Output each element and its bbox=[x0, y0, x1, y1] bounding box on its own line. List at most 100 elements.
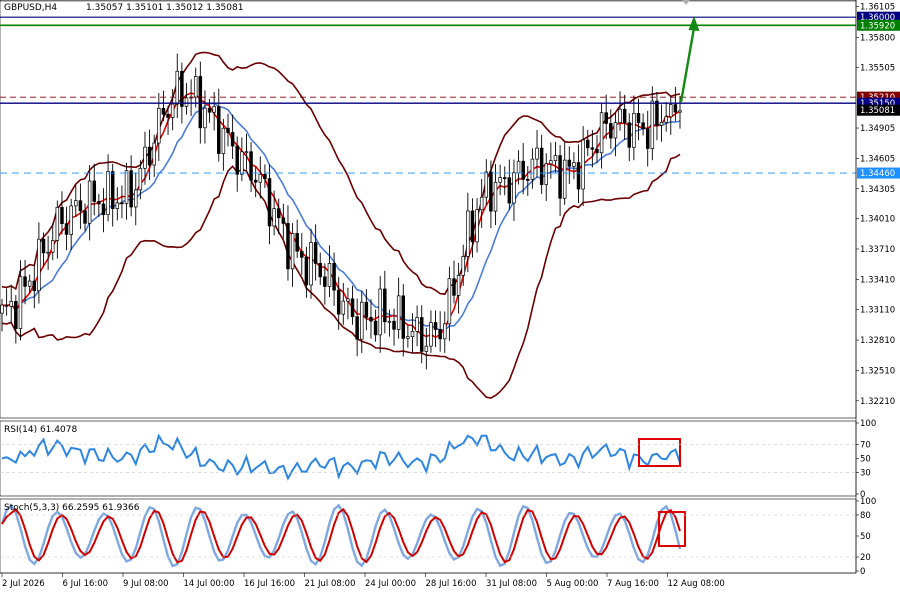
candle-body bbox=[383, 288, 387, 323]
candle-body bbox=[290, 233, 295, 270]
candle-body bbox=[258, 173, 263, 183]
candle-body bbox=[609, 123, 613, 139]
stochastic-panel[interactable]: Stoch(5,3,3) 66.2595 61.9366 bbox=[0, 498, 857, 574]
candle-body bbox=[456, 275, 461, 296]
price-tick-label: 1.35505 bbox=[860, 63, 895, 73]
candle-body bbox=[484, 171, 489, 198]
candle-body bbox=[378, 288, 382, 336]
candle-body bbox=[106, 171, 110, 215]
price-tick-label: 1.33110 bbox=[860, 306, 895, 316]
time-tick-label: 31 Jul 08:00 bbox=[486, 579, 537, 589]
candle-body bbox=[562, 159, 567, 199]
candle-body bbox=[346, 298, 350, 302]
price-tick-label: 1.33710 bbox=[860, 245, 895, 255]
candle-body bbox=[18, 276, 23, 329]
stoch-tick-label: 20 bbox=[860, 553, 871, 563]
candle-body bbox=[567, 159, 572, 167]
time-tick-label: 14 Jul 00:00 bbox=[184, 579, 235, 589]
candle-body bbox=[406, 336, 410, 339]
candle-body bbox=[581, 139, 585, 190]
price-tick-label: 1.34010 bbox=[860, 215, 895, 225]
candle-body bbox=[64, 223, 69, 235]
candle-body bbox=[438, 329, 442, 340]
candle-body bbox=[636, 113, 641, 124]
candle-body bbox=[516, 160, 521, 174]
candle-body bbox=[489, 171, 493, 212]
candle-body bbox=[535, 147, 539, 160]
candle-body bbox=[336, 289, 341, 315]
candle-body bbox=[203, 107, 207, 129]
candle-body bbox=[433, 322, 438, 330]
candle-body bbox=[32, 280, 37, 292]
candle-body bbox=[350, 298, 355, 318]
candle-body bbox=[461, 256, 465, 276]
candle-body bbox=[360, 301, 364, 340]
candle-body bbox=[101, 203, 106, 215]
candle-body bbox=[466, 210, 470, 257]
candle-body bbox=[627, 122, 632, 148]
rsi-tick-label: 70 bbox=[860, 440, 871, 450]
stoch-title: Stoch(5,3,3) 66.2595 61.9366 bbox=[4, 503, 140, 513]
candle-body bbox=[429, 322, 433, 347]
candle-body bbox=[92, 180, 96, 202]
gbpusd-h4-chart[interactable]: GBPUSD,H4 1.35057 1.35101 1.35012 1.3508… bbox=[0, 0, 900, 592]
candle-body bbox=[530, 158, 535, 180]
candle-body bbox=[235, 145, 239, 175]
candle-body bbox=[83, 210, 87, 224]
candle-body bbox=[309, 242, 313, 286]
candle-body bbox=[512, 172, 516, 204]
candle-body bbox=[659, 121, 664, 126]
candle-body bbox=[373, 320, 378, 336]
price-tag-label: 1.35081 bbox=[860, 106, 895, 116]
candle-body bbox=[498, 177, 502, 183]
candle-body bbox=[0, 304, 4, 314]
stoch-tick-label: 80 bbox=[860, 511, 871, 521]
candle-body bbox=[323, 276, 327, 287]
time-tick-label: 21 Jul 08:00 bbox=[305, 579, 356, 589]
candle-body bbox=[613, 122, 618, 139]
candle-body bbox=[364, 301, 369, 318]
candle-body bbox=[341, 300, 346, 315]
candle-body bbox=[295, 233, 299, 252]
candle-body bbox=[175, 70, 180, 105]
ohlc-values: 1.35057 1.35101 1.35012 1.35081 bbox=[86, 3, 243, 13]
candle-body bbox=[558, 155, 562, 199]
candle-body bbox=[604, 112, 608, 124]
candle-body bbox=[396, 295, 401, 330]
candle-body bbox=[664, 116, 668, 123]
candle-body bbox=[678, 110, 682, 113]
candle-body bbox=[443, 323, 447, 340]
candle-body bbox=[586, 139, 590, 149]
candle-body bbox=[249, 151, 253, 181]
candle-body bbox=[276, 208, 281, 219]
candle-body bbox=[673, 104, 678, 113]
candle-body bbox=[134, 189, 138, 208]
candle-body bbox=[23, 276, 27, 287]
rsi-panel[interactable]: RSI(14) 61.4078 bbox=[0, 420, 857, 497]
candle-body bbox=[369, 316, 373, 322]
chart-header: GBPUSD,H4 1.35057 1.35101 1.35012 1.3508… bbox=[4, 3, 243, 13]
candle-body bbox=[87, 180, 92, 224]
candle-body bbox=[641, 122, 645, 130]
candle-body bbox=[78, 200, 83, 212]
price-panel[interactable]: GBPUSD,H4 1.35057 1.35101 1.35012 1.3508… bbox=[0, 0, 857, 419]
candle-body bbox=[669, 104, 673, 118]
price-tag-label: 1.34460 bbox=[860, 169, 895, 179]
candle-body bbox=[230, 132, 235, 147]
candle-body bbox=[272, 208, 276, 227]
price-tick-label: 1.36105 bbox=[860, 3, 895, 13]
candle-body bbox=[392, 320, 396, 330]
candle-body bbox=[410, 330, 415, 338]
candle-body bbox=[281, 217, 286, 224]
candle-body bbox=[521, 160, 525, 180]
candle-body bbox=[479, 196, 484, 211]
candle-body bbox=[50, 240, 55, 253]
time-tick-label: 24 Jul 00:00 bbox=[365, 579, 416, 589]
candle-body bbox=[590, 147, 595, 150]
candle-body bbox=[9, 301, 13, 307]
candle-body bbox=[110, 171, 115, 209]
candle-body bbox=[37, 238, 41, 292]
candle-body bbox=[41, 238, 46, 254]
candle-body bbox=[300, 250, 304, 258]
candle-body bbox=[166, 113, 170, 118]
